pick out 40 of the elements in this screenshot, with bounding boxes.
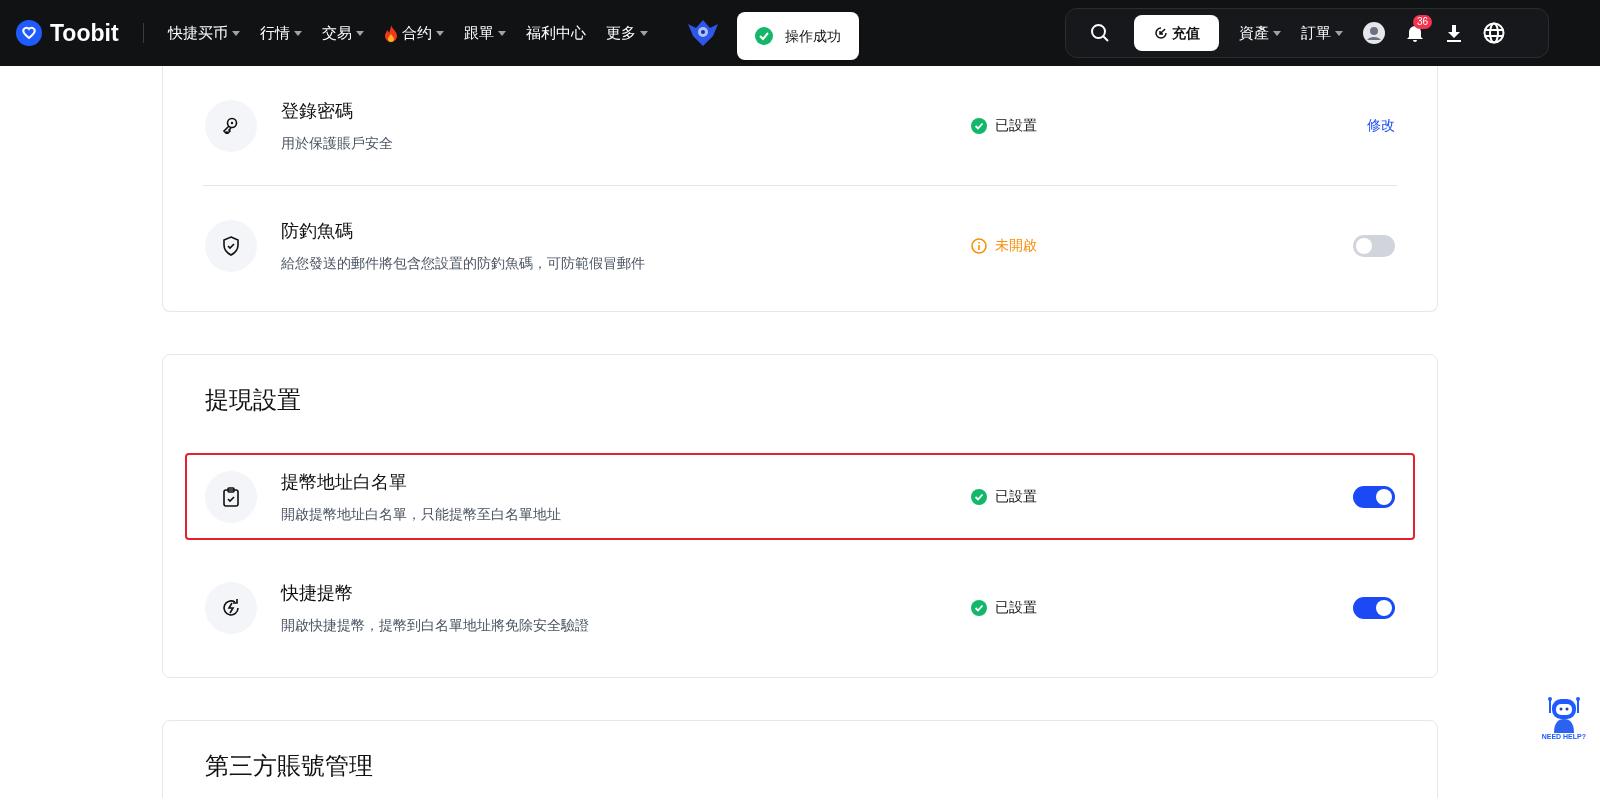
nav-menu-item[interactable]: 訂單 [1301,21,1343,45]
status-label: 已設置 [995,598,1037,617]
nav-menu-item[interactable]: 交易 [321,21,364,45]
logo-text[interactable]: Toobit [50,15,119,51]
nav-menu-item[interactable]: 福利中心 [525,21,586,45]
globe-icon[interactable] [1483,22,1505,44]
setting-title: 快捷提幣 [281,581,354,604]
success-toast: 操作成功 [737,12,859,60]
nav-menu-item[interactable]: 資產 [1239,21,1281,45]
badge-icon[interactable] [687,20,718,46]
bell-icon[interactable] [1405,23,1425,43]
status-label: 已設置 [995,116,1037,135]
toggle-switch[interactable] [1353,596,1395,619]
setting-description: 用於保護賬戶安全 [281,133,394,152]
download-icon[interactable] [1445,24,1463,42]
setting-description: 開啟快捷提幣，提幣到白名單地址將免除安全驗證 [281,615,590,634]
setting-title: 提幣地址白名單 [281,470,408,493]
check-circle-icon [755,27,773,45]
status-label: 未開啟 [995,236,1037,255]
logo-icon [16,20,42,46]
nav-menu-item[interactable]: 合约 [383,21,444,45]
section-title: 提現設置 [204,385,302,415]
nav-menu-item[interactable]: 行情 [259,21,302,45]
search-icon[interactable] [1090,23,1110,43]
setting-title: 登錄密碼 [281,99,354,122]
setting-description: 給您發送的郵件將包含您設置的防釣魚碼，可防範假冒郵件 [281,253,646,272]
notification-count: 36 [1413,15,1433,29]
nav-menu-item[interactable]: 快捷买币 [167,21,240,45]
edit-link[interactable]: 修改 [1367,115,1395,136]
deposit-icon [1153,26,1168,40]
setting-title: 防釣魚碼 [281,219,354,242]
toggle-switch[interactable] [1353,234,1395,257]
deposit-button[interactable]: 充值 [1134,15,1219,51]
setting-description: 開啟提幣地址白名單，只能提幣至白名單地址 [281,504,562,523]
nav-menu-item[interactable]: 更多 [605,21,648,45]
status-label: 已設置 [995,487,1037,506]
section-title: 第三方賬號管理 [204,751,374,781]
toggle-switch[interactable] [1353,485,1395,508]
nav-menu-item[interactable]: 跟單 [463,21,506,45]
avatar-icon[interactable] [1363,22,1385,44]
